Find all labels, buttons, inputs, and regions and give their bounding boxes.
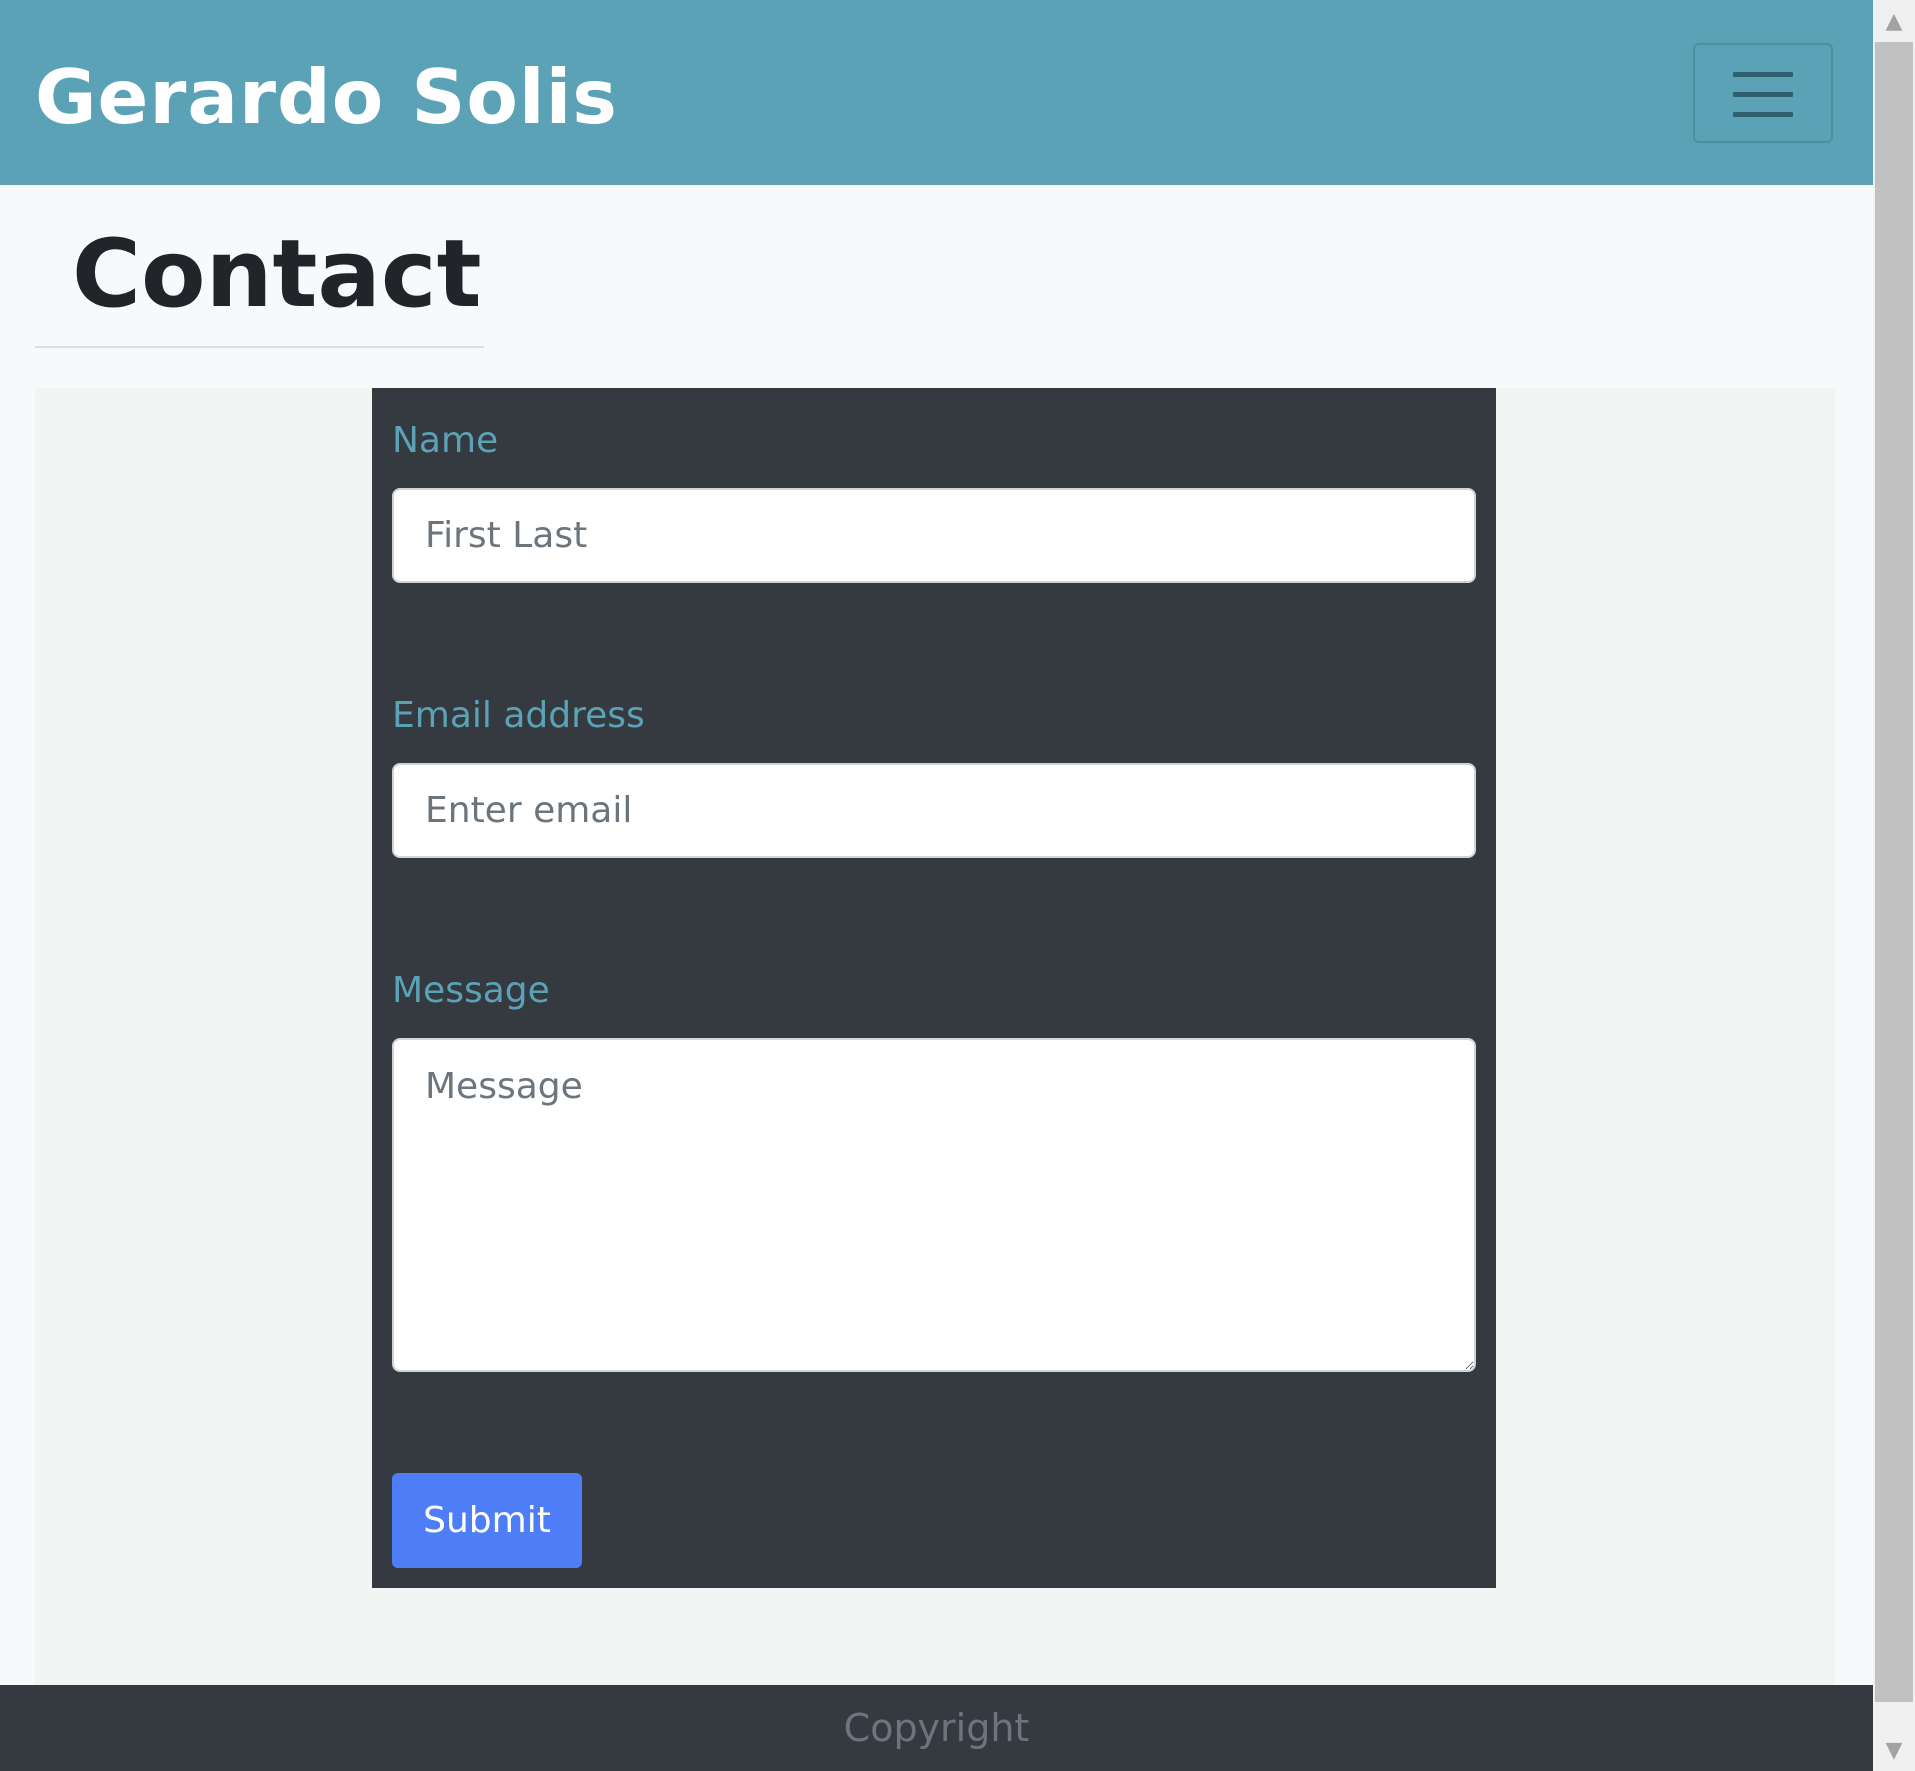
hamburger-bar [1733, 72, 1793, 77]
contact-form: Name Email address Message Submit [372, 388, 1496, 1588]
hamburger-bar [1733, 92, 1793, 97]
footer: Copyright [0, 1685, 1873, 1771]
page-title: Contact [72, 220, 482, 329]
email-input[interactable] [392, 763, 1476, 858]
browser-viewport: Gerardo Solis Contact Name Email address… [0, 0, 1915, 1771]
submit-button[interactable]: Submit [392, 1473, 582, 1568]
vertical-scrollbar[interactable]: ▲ ▼ [1873, 0, 1915, 1771]
hamburger-bar [1733, 112, 1793, 117]
page-heading: Contact [35, 185, 484, 348]
navbar: Gerardo Solis [0, 0, 1873, 185]
email-label: Email address [392, 695, 645, 736]
chevron-down-icon[interactable]: ▼ [1873, 1729, 1915, 1771]
scrollbar-thumb[interactable] [1875, 42, 1913, 1702]
message-textarea[interactable] [392, 1038, 1476, 1372]
chevron-up-icon[interactable]: ▲ [1873, 0, 1915, 42]
name-input[interactable] [392, 488, 1476, 583]
navbar-toggler-button[interactable] [1693, 43, 1833, 143]
page: Gerardo Solis Contact Name Email address… [0, 0, 1873, 1771]
name-label: Name [392, 420, 499, 461]
footer-copyright: Copyright [843, 1706, 1030, 1750]
brand-link[interactable]: Gerardo Solis [35, 50, 618, 145]
message-label: Message [392, 970, 550, 1011]
